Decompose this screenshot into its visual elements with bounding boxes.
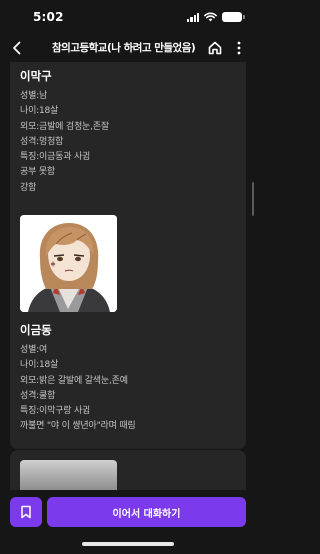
info-line: 성격:멍청함 xyxy=(20,136,64,147)
info-line: 외모:금발에 검정눈,존잘 xyxy=(20,121,109,132)
character-name: 이금동 xyxy=(20,323,52,337)
bottom-action-bar: 이어서 대화하기 xyxy=(0,490,256,554)
character-list[interactable]: 이막구 성별:남 나이:18살 외모:금발에 검정눈,존잘 성격:멍청함 특징:… xyxy=(0,62,256,554)
info-line: 까불면 "야 이 썅년아"라며 때림 xyxy=(20,421,136,432)
character-info: 성별:남 나이:18살 외모:금발에 검정눈,존잘 성격:멍청함 특징:이금동과… xyxy=(20,89,236,196)
info-line: 성별:여 xyxy=(20,345,48,355)
info-line: 공부 못함 xyxy=(20,167,55,178)
chevron-left-icon xyxy=(13,41,21,55)
info-line: 강함 xyxy=(20,182,37,193)
info-line: 특징:이금동과 사귐 xyxy=(20,152,91,163)
character-card: 이금동 성별:여 나이:18살 외모:밝은 갈발에 갈색눈,존예 성격:쿨함 특… xyxy=(10,205,246,449)
cellular-signal-icon xyxy=(187,12,199,22)
character-info: 성별:여 나이:18살 외모:밝은 갈발에 갈색눈,존예 성격:쿨함 특징:이막… xyxy=(20,343,236,435)
continue-chat-button[interactable]: 이어서 대화하기 xyxy=(47,497,246,527)
bookmark-icon xyxy=(21,505,31,519)
info-line: 성격:쿨함 xyxy=(20,390,56,401)
character-portrait-illustration xyxy=(20,215,117,312)
battery-icon xyxy=(222,12,245,22)
home-button[interactable] xyxy=(205,37,225,59)
more-options-button[interactable] xyxy=(231,37,247,59)
info-line: 나이:18살 xyxy=(20,360,59,371)
more-vertical-icon xyxy=(237,41,241,55)
bookmark-button[interactable] xyxy=(10,497,42,527)
info-line: 성별:남 xyxy=(20,91,48,101)
info-line: 외모:밝은 갈발에 갈색눈,존예 xyxy=(20,375,128,386)
wifi-icon xyxy=(204,12,217,22)
back-button[interactable] xyxy=(6,36,28,60)
page-title: 참의고등학교(나 하려고 만들었음) xyxy=(52,42,196,54)
info-line: 나이:18살 xyxy=(20,106,59,117)
home-indicator xyxy=(82,542,174,546)
status-icons xyxy=(187,12,245,22)
status-time: 5:02 xyxy=(33,10,64,24)
scrollbar[interactable] xyxy=(251,182,254,216)
header: 참의고등학교(나 하려고 만들었음) xyxy=(0,34,256,62)
info-line: 특징:이막구랑 사귐 xyxy=(20,406,91,417)
home-icon xyxy=(208,41,222,55)
character-name: 이막구 xyxy=(20,69,52,83)
status-bar: 5:02 xyxy=(0,0,256,32)
character-portrait[interactable] xyxy=(20,215,117,312)
